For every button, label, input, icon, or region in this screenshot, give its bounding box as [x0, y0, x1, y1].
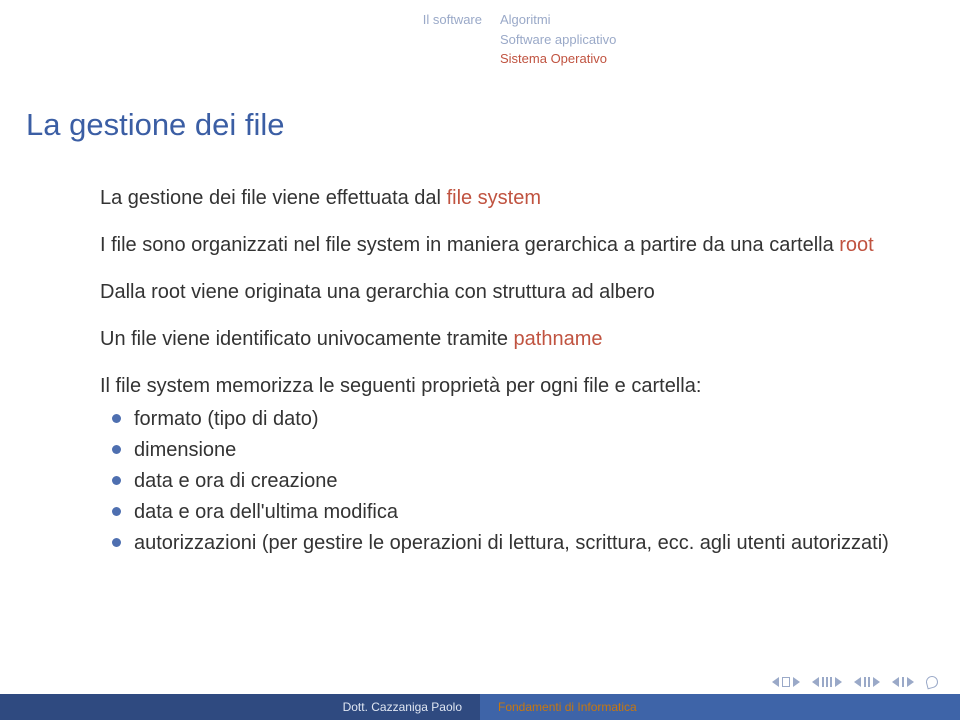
header-subsection-0[interactable]: Algoritmi: [500, 10, 616, 30]
bars-icon: [864, 677, 870, 687]
bullet-list: formato (tipo di dato) dimensione data e…: [100, 406, 900, 557]
nav-next[interactable]: [854, 677, 880, 687]
paragraph-4: Un file viene identificato univocamente …: [100, 326, 900, 353]
paragraph-2: I file sono organizzati nel file system …: [100, 232, 900, 259]
nav-loop[interactable]: [926, 676, 938, 688]
footer-course: Fondamenti di Informatica: [480, 694, 960, 720]
footer-author: Dott. Cazzaniga Paolo: [0, 694, 480, 720]
triangle-left-icon: [854, 677, 861, 687]
header-subsection-2[interactable]: Sistema Operativo: [500, 49, 616, 69]
paragraph-1: La gestione dei file viene effettuata da…: [100, 185, 900, 212]
loop-icon: [925, 675, 940, 690]
bars-icon: [822, 677, 832, 687]
list-item: data e ora di creazione: [134, 468, 900, 495]
text: Un file viene identificato univocamente …: [100, 328, 514, 350]
bar-icon: [902, 677, 904, 687]
slide-header: Il software Algoritmi Software applicati…: [0, 0, 960, 69]
nav-controls: [772, 676, 938, 688]
nav-first[interactable]: [772, 677, 800, 687]
paragraph-3: Dalla root viene originata una gerarchia…: [100, 279, 900, 306]
text: La gestione dei file viene effettuata da…: [100, 187, 447, 209]
paragraph-5: Il file system memorizza le seguenti pro…: [100, 373, 900, 400]
list-item: dimensione: [134, 437, 900, 464]
highlight-pathname: pathname: [514, 328, 603, 350]
highlight-filesystem: file system: [447, 187, 541, 209]
frame-icon: [782, 677, 790, 687]
triangle-right-icon: [793, 677, 800, 687]
highlight-root: root: [839, 234, 873, 256]
list-item: autorizzazioni (per gestire le operazion…: [134, 530, 900, 557]
triangle-right-icon: [907, 677, 914, 687]
slide-title: La gestione dei file: [0, 69, 960, 143]
nav-last[interactable]: [892, 677, 914, 687]
slide-content: La gestione dei file viene effettuata da…: [0, 143, 960, 557]
header-section[interactable]: Il software: [380, 10, 500, 69]
nav-prev[interactable]: [812, 677, 842, 687]
triangle-left-icon: [812, 677, 819, 687]
triangle-right-icon: [873, 677, 880, 687]
triangle-right-icon: [835, 677, 842, 687]
list-item: data e ora dell'ultima modifica: [134, 499, 900, 526]
header-subsection-1[interactable]: Software applicativo: [500, 30, 616, 50]
header-subsections: Algoritmi Software applicativo Sistema O…: [500, 10, 616, 69]
triangle-left-icon: [892, 677, 899, 687]
list-item: formato (tipo di dato): [134, 406, 900, 433]
triangle-left-icon: [772, 677, 779, 687]
text: I file sono organizzati nel file system …: [100, 234, 839, 256]
slide-footer: Dott. Cazzaniga Paolo Fondamenti di Info…: [0, 694, 960, 720]
